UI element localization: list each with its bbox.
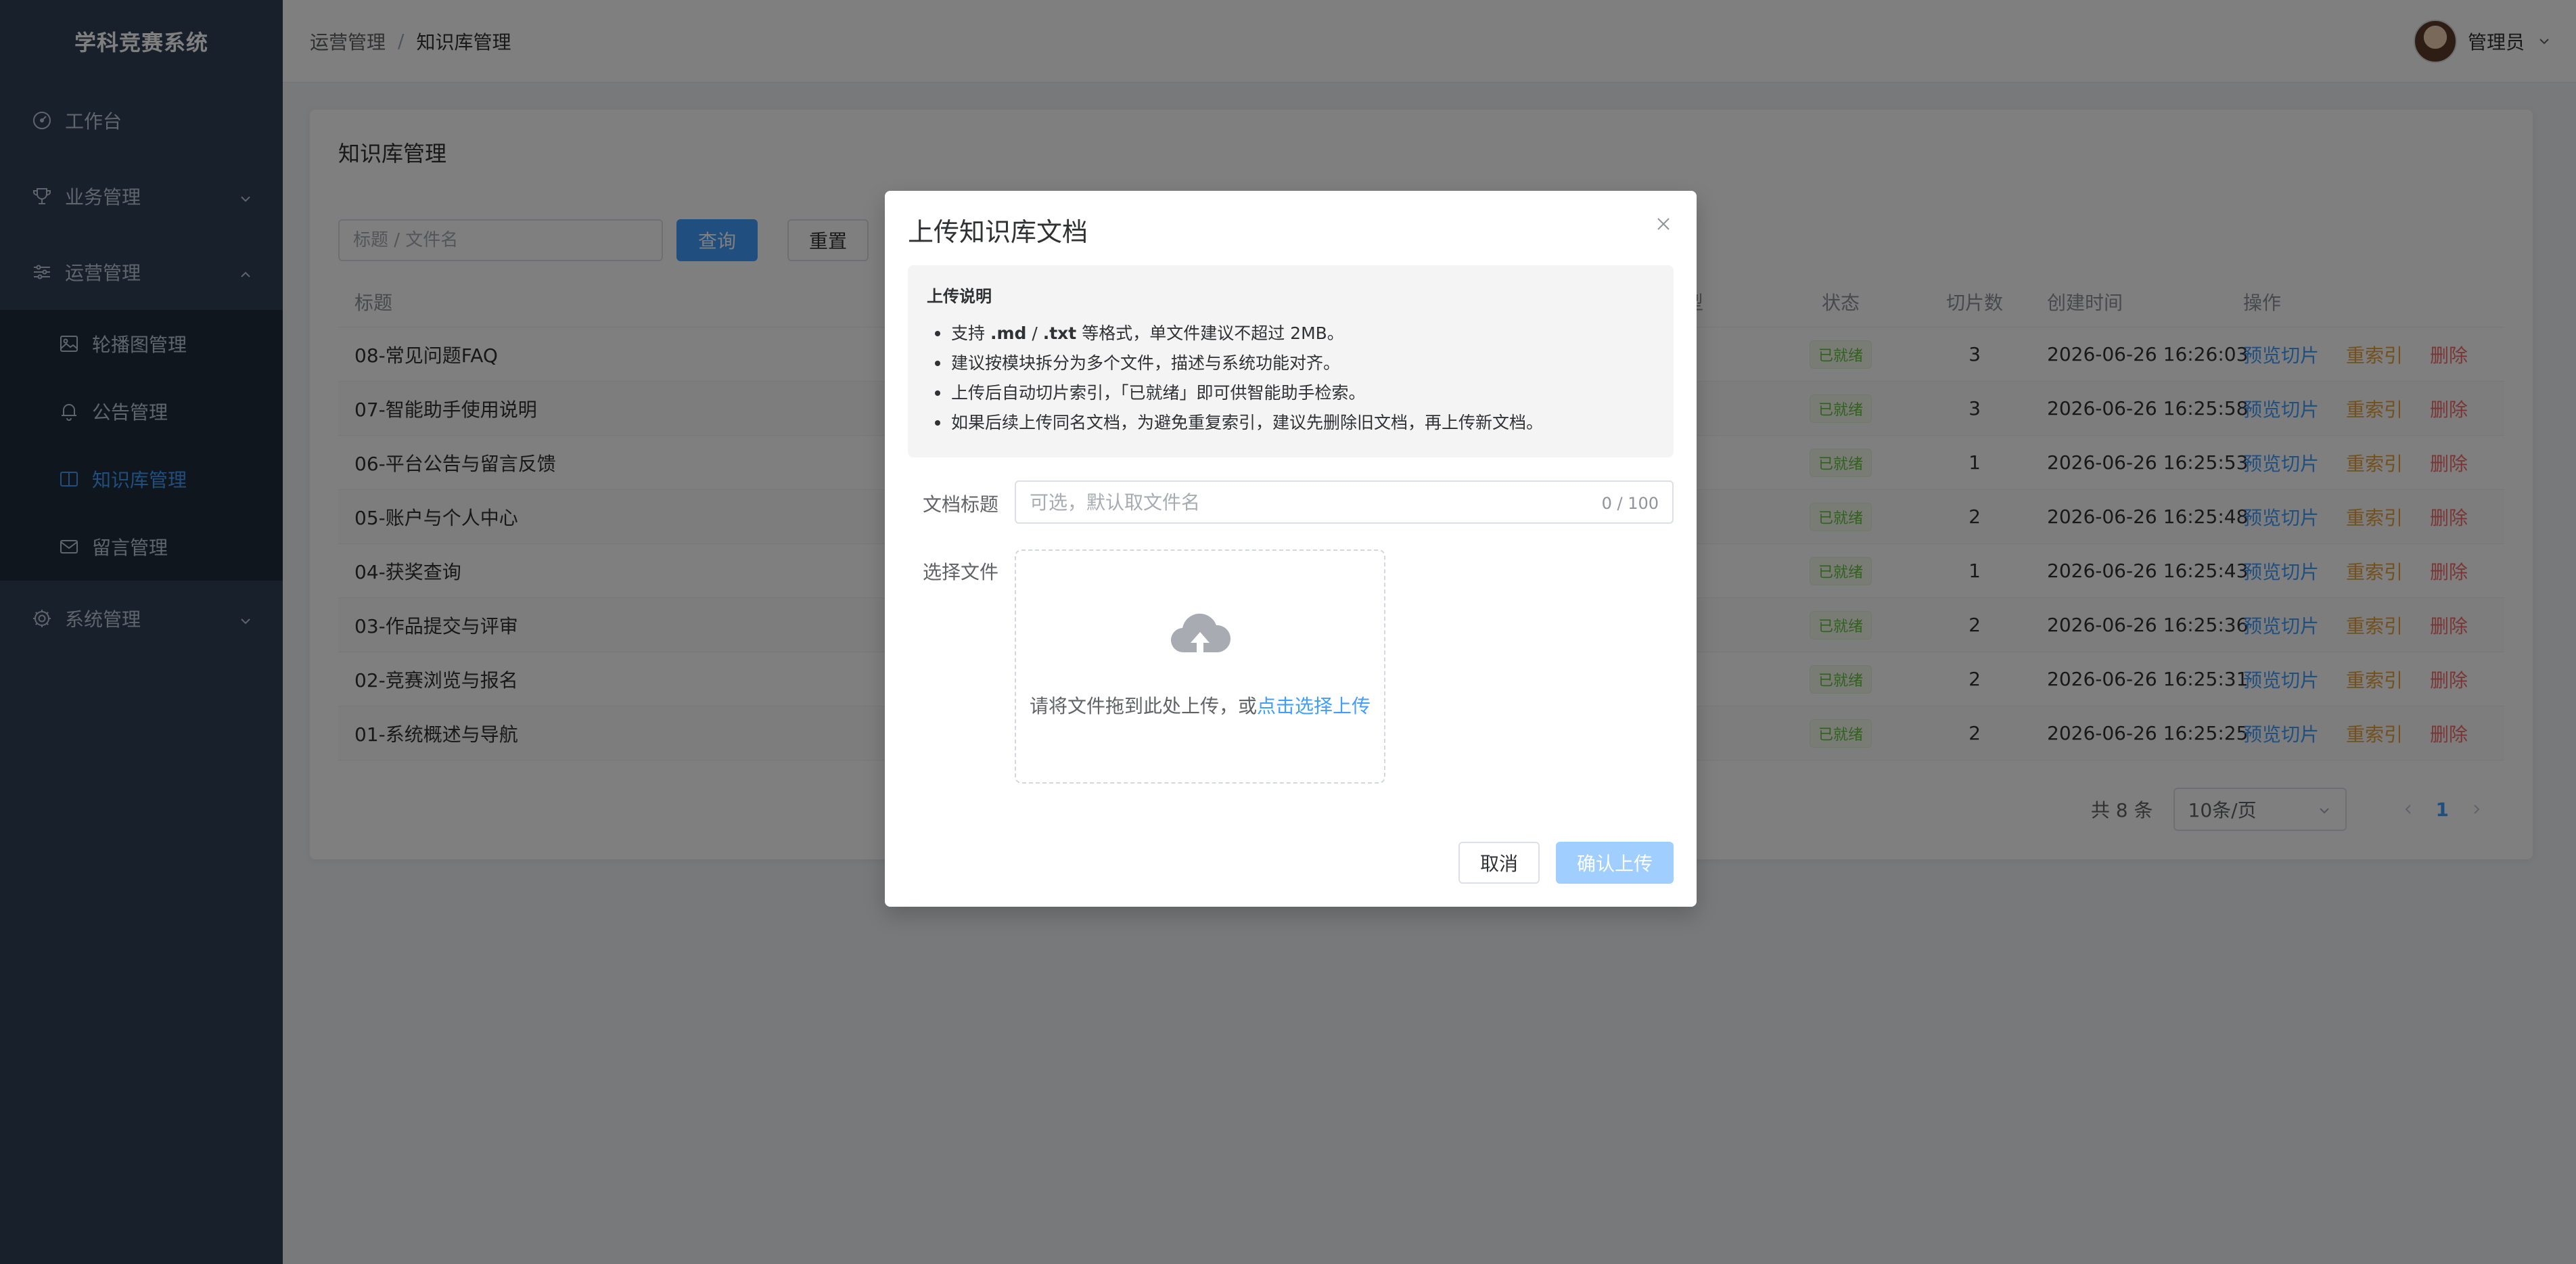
cloud-upload-icon bbox=[1170, 613, 1231, 653]
word-count: 0 / 100 bbox=[1601, 494, 1659, 513]
cancel-button[interactable]: 取消 bbox=[1458, 842, 1540, 884]
upload-dialog: 上传知识库文档 上传说明 支持 .md / .txt 等格式，单文件建议不超过 … bbox=[885, 191, 1697, 907]
instruction-item: 支持 .md / .txt 等格式，单文件建议不超过 2MB。 bbox=[927, 319, 1655, 348]
doc-title-field: 0 / 100 bbox=[1015, 480, 1674, 524]
instruction-item: 建议按模块拆分为多个文件，描述与系统功能对齐。 bbox=[927, 348, 1655, 378]
file-label: 选择文件 bbox=[923, 561, 999, 583]
doc-title-input[interactable] bbox=[1016, 482, 1672, 522]
close-icon[interactable] bbox=[1653, 214, 1674, 234]
upload-hint: 请将文件拖到此处上传，或点击选择上传 bbox=[1029, 695, 1371, 717]
upload-instructions: 上传说明 支持 .md / .txt 等格式，单文件建议不超过 2MB。 建议按… bbox=[908, 265, 1674, 457]
select-file-link[interactable]: 点击选择上传 bbox=[1257, 695, 1371, 717]
dialog-title: 上传知识库文档 bbox=[908, 217, 1088, 247]
instruction-item: 上传后自动切片索引，「已就绪」即可供智能助手检索。 bbox=[927, 378, 1655, 408]
file-dropzone[interactable]: 请将文件拖到此处上传，或点击选择上传 bbox=[1015, 549, 1385, 784]
confirm-upload-button[interactable]: 确认上传 bbox=[1556, 842, 1674, 884]
instructions-title: 上传说明 bbox=[927, 287, 992, 306]
doc-title-label: 文档标题 bbox=[923, 493, 999, 516]
instruction-item: 如果后续上传同名文档，为避免重复索引，建议先删除旧文档，再上传新文档。 bbox=[927, 408, 1655, 438]
